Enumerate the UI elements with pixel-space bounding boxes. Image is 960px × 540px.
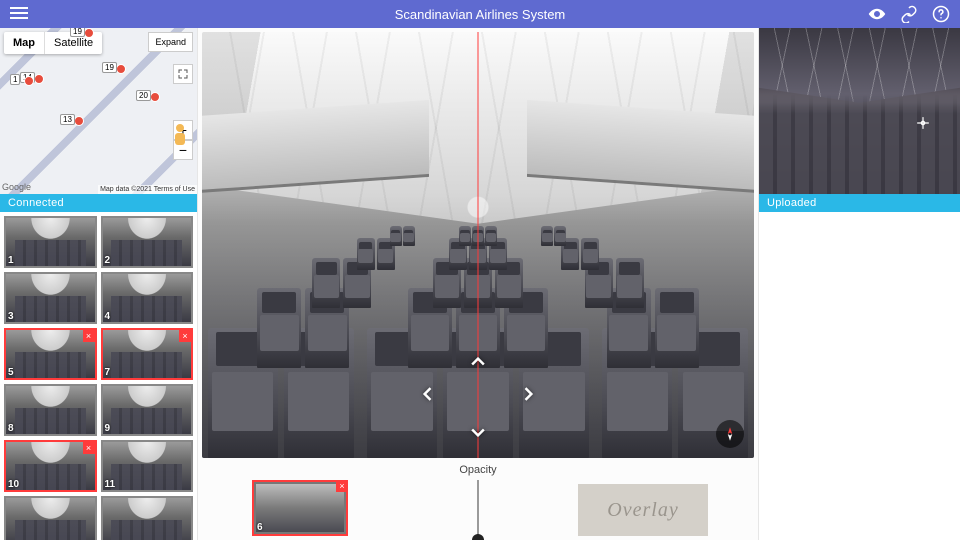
pano-viewer[interactable] (202, 32, 754, 458)
nav-down-button[interactable] (468, 422, 488, 442)
right-column: Uploaded (758, 28, 960, 540)
opacity-slider-knob[interactable] (472, 534, 484, 540)
staged-thumb-image (256, 484, 344, 532)
thumb-number: 9 (105, 423, 111, 434)
opacity-slider-track[interactable] (477, 480, 479, 540)
link-icon[interactable] (900, 5, 918, 23)
thumb-close-icon[interactable]: × (83, 330, 95, 342)
topbar: Scandinavian Airlines System (0, 0, 960, 28)
viewer-nav (418, 352, 538, 442)
thumb-number: 3 (8, 311, 14, 322)
connected-thumb-grid[interactable]: 12345×7×8910×11 (0, 212, 197, 540)
connected-thumb[interactable]: 4 (101, 272, 194, 324)
seat-block (541, 226, 566, 246)
connected-thumb[interactable]: 1 (4, 216, 97, 268)
opacity-panel: Opacity × 6 Overlay (202, 458, 754, 540)
map-logo: Google (2, 182, 31, 192)
map-pin[interactable] (116, 64, 126, 74)
connected-thumb[interactable] (4, 496, 97, 540)
staged-thumb[interactable]: × 6 (252, 480, 348, 536)
connected-thumb[interactable]: 11 (101, 440, 194, 492)
map-side-controls: + − (173, 64, 193, 160)
connected-thumb[interactable] (101, 496, 194, 540)
map-pin[interactable] (74, 116, 84, 126)
thumb-image (103, 330, 192, 378)
thumb-image (6, 274, 95, 322)
staged-thumb-number: 6 (257, 522, 263, 533)
map-pin-label: 19 (102, 62, 117, 73)
thumb-number: 2 (105, 255, 111, 266)
topbar-actions (868, 5, 950, 23)
preview-ceiling (759, 28, 960, 103)
uploaded-header: Uploaded (759, 194, 960, 212)
visibility-icon[interactable] (868, 5, 886, 23)
map-pin-label: 13 (60, 114, 75, 125)
thumb-number: 5 (8, 367, 14, 378)
thumb-close-icon[interactable]: × (179, 330, 191, 342)
map-pin-label: 20 (136, 90, 151, 101)
connected-thumb[interactable]: 5× (4, 328, 97, 380)
thumb-image (103, 274, 192, 322)
overlay-button[interactable]: Overlay (578, 484, 708, 536)
map-pin[interactable] (150, 92, 160, 102)
seat (541, 226, 553, 246)
connected-thumb[interactable]: 10 × (4, 440, 97, 492)
connected-thumb[interactable]: 3 (4, 272, 97, 324)
cursor-icon (916, 116, 930, 130)
thumb-image (6, 218, 95, 266)
thumb-image (6, 330, 95, 378)
map-pin[interactable] (34, 74, 44, 84)
map-tab-map[interactable]: Map (4, 32, 45, 54)
map-pin-label: 1 (10, 74, 20, 85)
thumb-image (6, 386, 95, 434)
connected-thumb[interactable]: 8 (4, 384, 97, 436)
thumb-image (103, 442, 192, 490)
thumb-number: 1 (8, 255, 14, 266)
seat (403, 226, 415, 246)
thumb-image (103, 386, 192, 434)
seat (390, 226, 402, 246)
seat (459, 226, 471, 246)
staged-thumb-close-icon[interactable]: × (336, 480, 348, 492)
map-pane[interactable]: Map Satellite Expand + − 19192014131 Goo… (0, 28, 197, 194)
map-expand-button[interactable]: Expand (148, 32, 193, 52)
map-pin[interactable] (84, 28, 94, 38)
thumb-close-icon[interactable]: × (83, 442, 95, 454)
nav-left-button[interactable] (418, 384, 438, 404)
left-column: Map Satellite Expand + − 19192014131 Goo… (0, 28, 198, 540)
nav-right-button[interactable] (518, 384, 538, 404)
preview-seats (759, 94, 960, 194)
thumb-image (6, 498, 95, 540)
map-pin-label: 19 (70, 28, 85, 37)
nav-up-button[interactable] (468, 352, 488, 372)
uploaded-body (759, 212, 960, 540)
uploaded-preview[interactable] (759, 28, 960, 194)
connected-thumb[interactable]: 9 (101, 384, 194, 436)
page-title: Scandinavian Airlines System (0, 7, 960, 22)
map-attribution: Map data ©2021 Terms of Use (98, 185, 197, 194)
thumb-image (103, 218, 192, 266)
seat (554, 226, 566, 246)
center-column: Opacity × 6 Overlay (198, 28, 758, 540)
connected-thumb[interactable]: 2 (101, 216, 194, 268)
map-pin[interactable] (24, 76, 34, 86)
seat-block (390, 226, 415, 246)
connected-thumb[interactable]: 7× (101, 328, 194, 380)
thumb-image (6, 442, 95, 490)
thumb-number: 8 (8, 423, 14, 434)
help-icon[interactable] (932, 5, 950, 23)
compass-icon[interactable] (716, 420, 744, 448)
thumb-number: 11 (105, 479, 116, 490)
seat (485, 226, 497, 246)
opacity-label: Opacity (459, 464, 496, 476)
fullscreen-icon[interactable] (173, 64, 193, 84)
thumb-number: 7 (105, 367, 111, 378)
connected-header: Connected (0, 194, 197, 212)
opacity-row: × 6 Overlay (202, 476, 754, 540)
thumb-image (103, 498, 192, 540)
pegman-icon[interactable] (171, 124, 189, 148)
thumb-number: 4 (105, 311, 111, 322)
app-body: Map Satellite Expand + − 19192014131 Goo… (0, 28, 960, 540)
thumb-number: 10 (8, 479, 19, 490)
